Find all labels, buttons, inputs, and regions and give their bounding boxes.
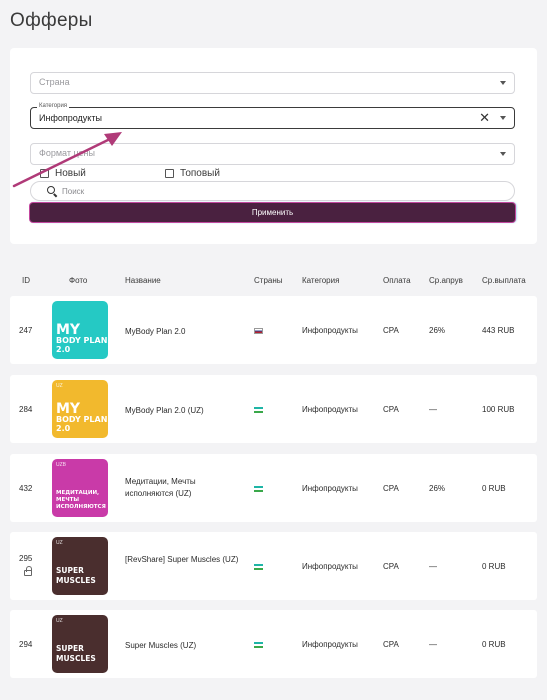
thumbnail-text: SUPER — [56, 644, 84, 653]
offer-name[interactable]: MyBody Plan 2.0 (UZ) — [125, 405, 245, 417]
thumbnail-text: MUSCLES — [56, 576, 96, 585]
chevron-down-icon[interactable] — [500, 116, 506, 120]
offer-payout: 0 RUB — [482, 640, 506, 649]
table-row[interactable]: 432 UZB МЕДИТАЦИИ, МЕЧТЫ ИСПОЛНЯЮТСЯ Медитаци… — [10, 454, 537, 522]
offer-id: 247 — [19, 326, 33, 335]
offer-payment: CPA — [383, 405, 399, 414]
country-flag-icon — [254, 407, 263, 413]
offer-approval: — — [429, 405, 437, 414]
thumbnail-text: ИСПОЛНЯЮТСЯ — [56, 504, 106, 510]
price-format-placeholder: Формат цены — [39, 148, 95, 158]
offer-thumbnail[interactable]: UZ SUPER MUSCLES — [52, 615, 108, 673]
offer-id: 284 — [19, 405, 33, 414]
page-title: Офферы — [10, 10, 93, 31]
search-icon — [47, 186, 55, 194]
offer-thumbnail[interactable]: UZB МЕДИТАЦИИ, МЕЧТЫ ИСПОЛНЯЮТСЯ — [52, 459, 108, 517]
category-select[interactable]: Категория Инфопродукты ✕ — [30, 103, 515, 129]
header-id: ID — [22, 276, 30, 285]
country-placeholder: Страна — [39, 77, 70, 87]
header-photo: Фото — [69, 276, 88, 285]
offer-payment: CPA — [383, 640, 399, 649]
header-approval: Ср.апрув — [429, 276, 463, 285]
offer-payout: 0 RUB — [482, 562, 506, 571]
filter-panel: Страна Категория Инфопродукты ✕ Формат ц… — [10, 48, 537, 244]
offer-id: 294 — [19, 640, 33, 649]
thumbnail-text: MUSCLES — [56, 654, 96, 663]
search-input[interactable]: Поиск — [30, 181, 515, 201]
thumbnail-text: SUPER — [56, 566, 84, 575]
header-payout: Ср.выплата — [482, 276, 526, 285]
header-category: Категория — [302, 276, 340, 285]
table-row[interactable]: 294 UZ SUPER MUSCLES Super Muscles (UZ) Инфоп… — [10, 610, 537, 678]
top-checkbox[interactable] — [165, 169, 174, 178]
thumbnail-text: MY — [56, 322, 81, 338]
thumbnail-tag: UZ — [56, 540, 63, 546]
country-select[interactable]: Страна — [30, 72, 515, 94]
offer-payment: CPA — [383, 562, 399, 571]
offer-approval: — — [429, 562, 437, 571]
country-flag-icon — [254, 486, 263, 492]
lock-icon — [24, 566, 32, 576]
search-placeholder: Поиск — [62, 187, 85, 196]
thumbnail-tag: UZ — [56, 618, 63, 624]
offer-id: 295 — [19, 554, 33, 563]
offer-approval: 26% — [429, 484, 446, 493]
country-flag-icon — [254, 642, 263, 648]
thumbnail-tag: UZ — [56, 383, 63, 389]
new-filter[interactable]: Новый — [40, 168, 86, 179]
offer-name[interactable]: Super Muscles (UZ) — [125, 640, 245, 652]
table-row[interactable]: 247 MY BODY PLAN 2.0 MyBody Plan 2.0 Инфопрод… — [10, 296, 537, 364]
offer-payout: 443 RUB — [482, 326, 515, 335]
header-name: Название — [125, 276, 161, 285]
thumbnail-tag: UZB — [56, 462, 66, 468]
table-row[interactable]: 284 UZ MY BODY PLAN 2.0 MyBody Plan 2.0 (UZ) И… — [10, 375, 537, 443]
category-label: Категория — [37, 103, 70, 109]
offer-approval: — — [429, 640, 437, 649]
header-countries: Страны — [254, 276, 283, 285]
offer-id: 432 — [19, 484, 33, 493]
offer-thumbnail[interactable]: MY BODY PLAN 2.0 — [52, 301, 108, 359]
clear-icon[interactable]: ✕ — [479, 111, 490, 125]
apply-button[interactable]: Применить — [30, 203, 515, 222]
offer-category: Инфопродукты — [302, 405, 358, 414]
thumbnail-text: МЕДИТАЦИИ, — [56, 490, 100, 496]
chevron-down-icon[interactable] — [500, 152, 506, 156]
offer-name[interactable]: Медитации, Мечты исполняются (UZ) — [125, 476, 245, 500]
new-checkbox[interactable] — [40, 169, 49, 178]
thumbnail-text: BODY PLAN — [56, 336, 108, 345]
table-header: ID Фото Название Страны Категория Оплата… — [0, 270, 547, 290]
thumbnail-text: МЕЧТЫ — [56, 497, 80, 503]
table-row[interactable]: 295 UZ SUPER MUSCLES [RevShare] Super Muscle… — [10, 532, 537, 600]
offer-name[interactable]: [RevShare] Super Muscles (UZ) — [125, 554, 245, 566]
thumbnail-text: BODY PLAN — [56, 415, 108, 424]
offer-category: Инфопродукты — [302, 484, 358, 493]
offer-category: Инфопродукты — [302, 562, 358, 571]
offer-category: Инфопродукты — [302, 640, 358, 649]
offer-thumbnail[interactable]: UZ SUPER MUSCLES — [52, 537, 108, 595]
offer-thumbnail[interactable]: UZ MY BODY PLAN 2.0 — [52, 380, 108, 438]
price-format-select[interactable]: Формат цены — [30, 143, 515, 165]
offer-payment: CPA — [383, 326, 399, 335]
header-payment: Оплата — [383, 276, 411, 285]
category-value: Инфопродукты — [39, 113, 102, 123]
thumbnail-text: 2.0 — [56, 345, 71, 354]
offer-payout: 100 RUB — [482, 405, 515, 414]
thumbnail-text: MY — [56, 401, 81, 417]
top-filter[interactable]: Топовый — [165, 168, 220, 179]
chevron-down-icon[interactable] — [500, 81, 506, 85]
thumbnail-text: 2.0 — [56, 424, 71, 433]
offer-name[interactable]: MyBody Plan 2.0 — [125, 326, 245, 338]
offer-payout: 0 RUB — [482, 484, 506, 493]
top-label: Топовый — [180, 168, 220, 179]
country-flag-icon — [254, 328, 263, 334]
offer-payment: CPA — [383, 484, 399, 493]
country-flag-icon — [254, 564, 263, 570]
offer-category: Инфопродукты — [302, 326, 358, 335]
new-label: Новый — [55, 168, 86, 179]
offer-approval: 26% — [429, 326, 446, 335]
